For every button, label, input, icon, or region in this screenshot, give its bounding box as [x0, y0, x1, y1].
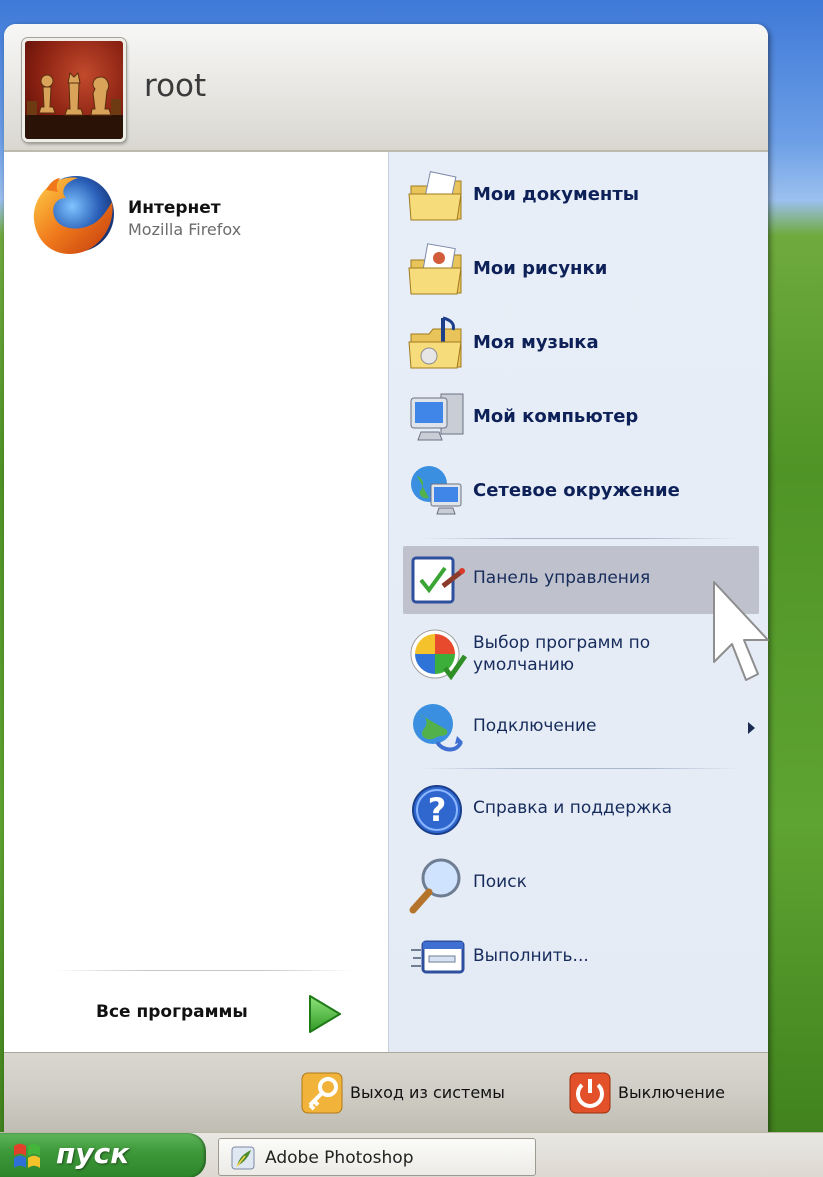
- place-default-programs[interactable]: Выбор программ по умолчанию: [403, 620, 759, 688]
- my-documents-icon: [408, 171, 462, 221]
- place-my-computer[interactable]: Мой компьютер: [403, 384, 759, 452]
- green-arrow-icon: [309, 995, 341, 1033]
- all-programs-divider: [54, 970, 354, 971]
- all-programs-button[interactable]: Все программы: [84, 988, 354, 1040]
- taskbar-item-label: Adobe Photoshop: [265, 1148, 414, 1168]
- photoshop-feather-icon: [231, 1146, 255, 1170]
- user-avatar[interactable]: [22, 38, 126, 142]
- firefox-icon: [33, 176, 114, 254]
- places-pane: Мои документы Мои рисунки Моя музыка Мой…: [388, 152, 768, 1052]
- power-icon: [569, 1072, 611, 1114]
- shut-down-button[interactable]: Выключение: [568, 1067, 758, 1119]
- place-run[interactable]: Выполнить...: [403, 924, 759, 992]
- place-my-pictures[interactable]: Мои рисунки: [403, 236, 759, 304]
- pinned-item-subtitle: Mozilla Firefox: [128, 220, 242, 239]
- taskbar-item-photoshop[interactable]: Adobe Photoshop: [218, 1138, 536, 1176]
- connect-to-icon: [413, 704, 463, 752]
- place-label: Подключение: [473, 716, 597, 736]
- place-label: Мой компьютер: [473, 406, 639, 427]
- my-music-icon: [408, 316, 462, 369]
- place-help-support[interactable]: ? Справка и поддержка: [403, 776, 759, 844]
- pinned-item-internet[interactable]: Интернет Mozilla Firefox: [26, 168, 376, 266]
- user-name: root: [144, 68, 207, 104]
- key-icon: [301, 1072, 343, 1114]
- place-search[interactable]: Поиск: [403, 850, 759, 918]
- start-label: пуск: [56, 1137, 130, 1170]
- pinned-item-title: Интернет: [128, 198, 221, 218]
- place-connect-to[interactable]: Подключение: [403, 694, 759, 762]
- place-label: Панель управления: [473, 568, 651, 588]
- place-my-music[interactable]: Моя музыка: [403, 310, 759, 378]
- taskbar: пуск Adobe Photoshop: [0, 1132, 823, 1177]
- place-label: Мои документы: [473, 184, 640, 205]
- submenu-arrow-icon: [748, 722, 755, 734]
- shut-down-label: Выключение: [618, 1083, 725, 1102]
- help-icon: ?: [412, 785, 462, 835]
- control-panel-icon: [411, 556, 465, 604]
- place-label: Выбор программ по умолчанию: [473, 633, 651, 675]
- place-label: Сетевое окружение: [473, 480, 680, 501]
- run-icon: [411, 940, 465, 974]
- my-computer-icon: [410, 393, 464, 441]
- start-menu-header: root: [4, 24, 768, 152]
- place-network[interactable]: Сетевое окружение: [403, 458, 759, 526]
- log-off-label: Выход из системы: [350, 1083, 505, 1102]
- start-menu: root Интернет Mozilla Firefox Все програ…: [4, 24, 768, 1132]
- place-label: Мои рисунки: [473, 258, 608, 279]
- place-label: Поиск: [473, 872, 527, 892]
- windows-logo-icon: [14, 1143, 40, 1168]
- place-control-panel[interactable]: Панель управления: [403, 546, 759, 614]
- mouse-cursor-icon: [713, 581, 769, 681]
- programs-pane: Интернет Mozilla Firefox Все программы: [4, 152, 388, 1052]
- svg-text:?: ?: [428, 791, 447, 829]
- default-programs-icon: [410, 629, 467, 681]
- log-off-button[interactable]: Выход из системы: [300, 1067, 520, 1119]
- place-my-documents[interactable]: Мои документы: [403, 162, 759, 230]
- places-divider: [419, 538, 739, 539]
- network-places-icon: [411, 466, 462, 515]
- search-icon: [409, 858, 461, 914]
- start-menu-footer: Выход из системы Выключение: [4, 1052, 768, 1132]
- place-label: Справка и поддержка: [473, 798, 673, 818]
- chess-pieces-icon: [25, 71, 123, 139]
- start-button[interactable]: пуск: [0, 1133, 206, 1177]
- tools-divider: [419, 768, 739, 769]
- place-label: Моя музыка: [473, 332, 599, 353]
- my-pictures-icon: [408, 243, 462, 295]
- all-programs-label: Все программы: [96, 1002, 248, 1022]
- place-label: Выполнить...: [473, 946, 589, 966]
